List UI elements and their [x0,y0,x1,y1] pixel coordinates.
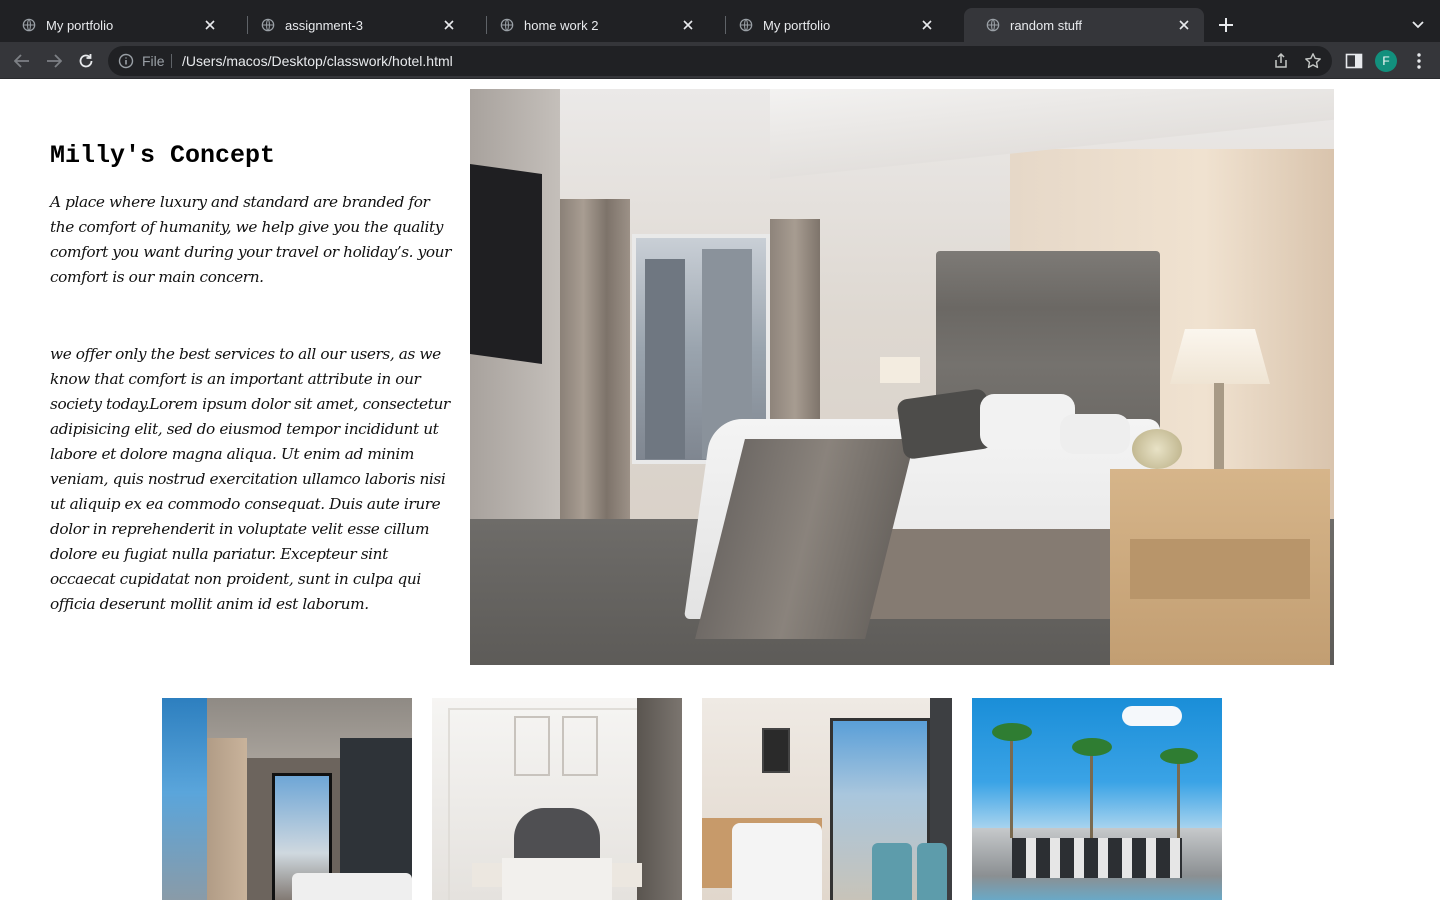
globe-icon [500,18,514,32]
thumbnail-gallery [162,698,1222,900]
bookmark-star-icon[interactable] [1304,52,1322,70]
address-bar[interactable]: File /Users/macos/Desktop/classwork/hote… [108,46,1332,76]
thumbnail-loft-bedroom [162,698,412,900]
thumbnail-classic-bedroom [432,698,682,900]
back-button[interactable] [9,48,35,74]
thumbnail-resort-poolside [972,698,1222,900]
reload-icon [79,54,93,68]
address-url[interactable]: /Users/macos/Desktop/classwork/hotel.htm… [182,53,453,69]
tab-title: random stuff [1010,17,1083,33]
globe-icon [986,18,1000,32]
tab-assignment-3[interactable]: assignment-3 [239,8,469,42]
more-menu-icon[interactable] [1410,51,1428,71]
tab-search-button[interactable] [1406,13,1430,37]
new-tab-button[interactable] [1214,13,1238,37]
tab-random-stuff[interactable]: random stuff [964,8,1204,42]
tab-my-portfolio-2[interactable]: My portfolio [717,8,947,42]
close-icon[interactable] [680,17,696,33]
tab-home-work-2[interactable]: home work 2 [478,8,708,42]
side-panel-icon[interactable] [1344,51,1364,71]
tab-title: My portfolio [46,17,114,33]
back-arrow-icon [14,54,29,68]
tab-my-portfolio-1[interactable]: My portfolio [0,8,230,42]
page-title: Milly's Concept [50,141,276,170]
services-paragraph: we offer only the best services to all o… [50,345,450,613]
thumbnail-city-view-room [702,698,952,900]
globe-icon [739,18,753,32]
close-icon[interactable] [202,17,218,33]
close-icon[interactable] [919,17,935,33]
address-scheme-label: File [142,53,165,69]
globe-icon [261,18,275,32]
forward-button[interactable] [41,48,67,74]
globe-icon [22,18,36,32]
tab-title: home work 2 [524,17,599,33]
page-viewport: Milly's Concept A place where luxury and… [0,79,1440,900]
reload-button[interactable] [73,48,99,74]
chevron-down-icon [1412,21,1424,29]
share-icon[interactable] [1272,52,1290,70]
close-icon[interactable] [1176,17,1192,33]
forward-arrow-icon [47,54,62,68]
browser-toolbar: File /Users/macos/Desktop/classwork/hote… [0,42,1440,79]
info-icon[interactable] [118,53,134,69]
close-icon[interactable] [441,17,457,33]
profile-avatar[interactable]: F [1375,50,1397,72]
tab-strip: My portfolio assignment-3 home work 2 My… [0,0,1440,42]
plus-icon [1219,18,1233,32]
tab-title: My portfolio [763,17,831,33]
intro-paragraph: A place where luxury and standard are br… [50,193,452,286]
tab-title: assignment-3 [285,17,364,33]
address-divider [171,54,172,68]
hero-hotel-room-image [470,89,1334,665]
